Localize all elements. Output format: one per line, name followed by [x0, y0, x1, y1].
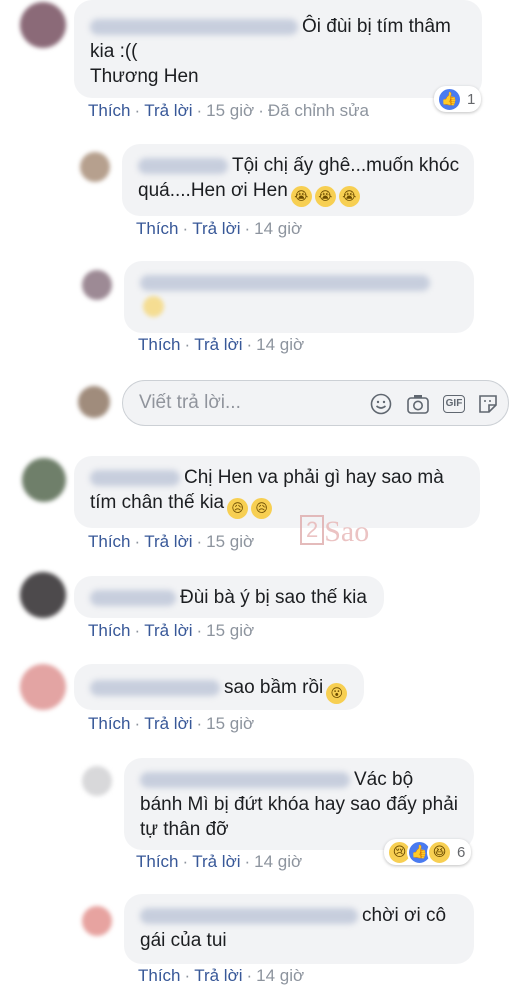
like-link[interactable]: Thích: [88, 532, 131, 551]
author-name[interactable]: [140, 274, 430, 291]
avatar[interactable]: [82, 270, 112, 300]
author-name[interactable]: [140, 771, 350, 788]
comment-text: sao bầm rồi: [224, 677, 324, 698]
timestamp[interactable]: 15 giờ: [206, 621, 254, 640]
comment-bubble: Đùi bà ý bị sao thế kia: [74, 576, 384, 618]
crying-emoji-icon: 😭: [314, 186, 336, 207]
emoji-icon: [143, 296, 164, 317]
comment-actions: Thích · Trả lời · 15 giờ: [88, 714, 255, 733]
reply-link[interactable]: Trả lời: [194, 966, 242, 985]
reaction-count[interactable]: 👍 1: [434, 86, 482, 112]
reply-link[interactable]: Trả lời: [192, 852, 240, 871]
gif-icon[interactable]: GIF: [441, 392, 467, 416]
reply-input[interactable]: [137, 391, 361, 415]
author-name[interactable]: [90, 469, 180, 486]
comment-bubble: [124, 261, 474, 333]
reply-box[interactable]: GIF: [122, 380, 509, 426]
like-link[interactable]: Thích: [88, 714, 131, 733]
like-reaction-icon: 👍: [437, 86, 462, 112]
comment-actions: Thích · Trả lời · 15 giờ: [88, 621, 255, 640]
edited-label[interactable]: Đã chỉnh sửa: [268, 101, 369, 120]
crying-emoji-icon: 😭: [290, 186, 312, 207]
comment-actions: Thích · Trả lời · 15 giờ · Đã chỉnh sửa: [88, 101, 370, 120]
surprised-emoji-icon: 😮: [326, 683, 348, 704]
emoji-icon[interactable]: [369, 392, 393, 416]
sticker-icon[interactable]: [476, 392, 500, 416]
timestamp[interactable]: 14 giờ: [254, 852, 302, 871]
comment-bubble: Chị Hen va phải gì hay sao mà tím chân t…: [74, 456, 480, 528]
comment-actions: Thích · Trả lời · 15 giờ: [88, 532, 255, 551]
watermark-logo: 2 Sao: [300, 515, 369, 549]
sad-emoji-icon: 😥: [251, 498, 273, 519]
comment-actions: Thích · Trả lời · 14 giờ: [138, 335, 305, 354]
comment-bubble: Vác bộ bánh Mì bị đứt khóa hay sao đấy p…: [124, 758, 474, 850]
reaction-count[interactable]: 😢 👍 😆 6: [384, 839, 472, 865]
like-link[interactable]: Thích: [138, 966, 181, 985]
like-link[interactable]: Thích: [88, 101, 131, 120]
author-name[interactable]: [90, 679, 220, 696]
comment-bubble: chời ơi cô gái của tui: [124, 894, 474, 964]
avatar[interactable]: [22, 458, 66, 502]
author-name[interactable]: [90, 589, 176, 606]
avatar[interactable]: [20, 2, 66, 48]
camera-icon[interactable]: [406, 392, 430, 416]
author-name[interactable]: [140, 907, 358, 924]
comment-bubble: Ôi đùi bị tím thâm kia :(( Thương Hen: [74, 0, 482, 98]
avatar[interactable]: [20, 572, 66, 618]
reply-link[interactable]: Trả lời: [144, 714, 192, 733]
avatar[interactable]: [82, 766, 112, 796]
timestamp[interactable]: 15 giờ: [206, 532, 254, 551]
avatar[interactable]: [20, 664, 66, 710]
reply-link[interactable]: Trả lời: [194, 335, 242, 354]
like-link[interactable]: Thích: [88, 621, 131, 640]
like-link[interactable]: Thích: [138, 335, 181, 354]
timestamp[interactable]: 14 giờ: [256, 966, 304, 985]
sad-emoji-icon: 😥: [227, 498, 249, 519]
timestamp[interactable]: 15 giờ: [206, 714, 254, 733]
reply-link[interactable]: Trả lời: [192, 219, 240, 238]
timestamp[interactable]: 15 giờ: [206, 101, 254, 120]
reply-link[interactable]: Trả lời: [144, 532, 192, 551]
comment-actions: Thích · Trả lời · 14 giờ: [138, 966, 305, 985]
comment-actions: Thích · Trả lời · 14 giờ: [136, 219, 303, 238]
timestamp[interactable]: 14 giờ: [256, 335, 304, 354]
author-name[interactable]: [138, 157, 228, 174]
crying-emoji-icon: 😭: [338, 186, 360, 207]
avatar[interactable]: [80, 152, 110, 182]
author-name[interactable]: [90, 18, 298, 35]
comment-bubble: sao bầm rồi 😮: [74, 664, 364, 710]
current-user-avatar: [78, 386, 110, 418]
reply-link[interactable]: Trả lời: [144, 621, 192, 640]
avatar[interactable]: [82, 906, 112, 936]
like-link[interactable]: Thích: [136, 852, 179, 871]
timestamp[interactable]: 14 giờ: [254, 219, 302, 238]
comment-actions: Thích · Trả lời · 14 giờ: [136, 852, 303, 871]
reply-link[interactable]: Trả lời: [144, 101, 192, 120]
comment-bubble: Tội chị ấy ghê...muốn khóc quá....Hen ơi…: [122, 144, 474, 216]
comment-text: Đùi bà ý bị sao thế kia: [180, 587, 367, 608]
like-link[interactable]: Thích: [136, 219, 179, 238]
haha-reaction-icon: 😆: [427, 839, 452, 865]
